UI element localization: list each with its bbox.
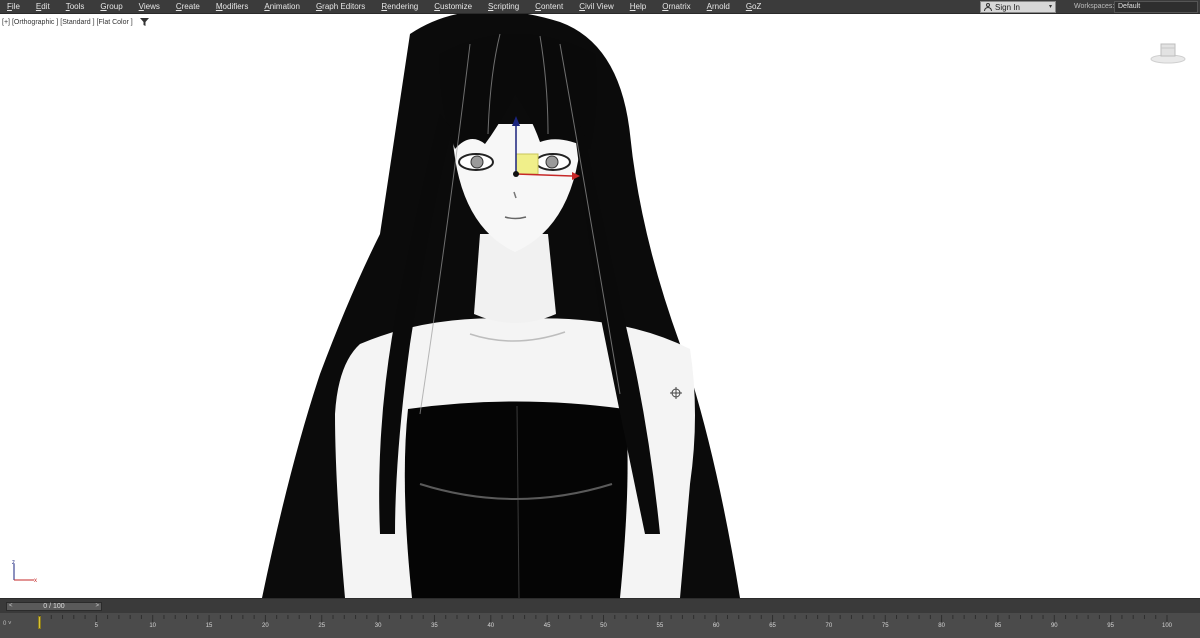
menu-bar: File Edit Tools Group Views Create Modifiers An… [0, 0, 1200, 14]
menu-items: File Edit Tools Group Views Create Modifiers An… [0, 0, 770, 14]
frame-label: 35 [431, 623, 438, 629]
frame-label: 75 [881, 623, 889, 629]
gizmo-pivot [513, 171, 519, 177]
menu-item-modifiers[interactable]: Modifiers [209, 0, 257, 14]
viewport-menu-general[interactable]: [+] [2, 19, 10, 26]
menu-item-graph-editors[interactable]: Graph Editors [309, 0, 374, 14]
sign-in-button[interactable]: Sign In ▾ [980, 1, 1056, 13]
chevron-down-icon: ▾ [1048, 4, 1052, 10]
menu-item-civil-view[interactable]: Civil View [572, 0, 623, 14]
viewport-label-bar: [+] [Orthographic ] [Standard ] [Flat Co… [2, 18, 149, 26]
menu-item-group[interactable]: Group [93, 0, 131, 14]
frame-label: 90 [1050, 623, 1058, 629]
time-slider-row: < 0 / 100 > [0, 599, 1200, 613]
menu-item-scripting[interactable]: Scripting [481, 0, 528, 14]
axis-tripod-icon: z x [12, 560, 37, 584]
frame-label: 85 [994, 623, 1002, 629]
svg-text:x: x [34, 578, 37, 584]
left-iris [470, 155, 484, 169]
workspaces-dropdown[interactable]: Default [1114, 1, 1198, 13]
menu-item-create[interactable]: Create [169, 0, 209, 14]
menu-item-customize[interactable]: Customize [427, 0, 481, 14]
menu-item-help[interactable]: Help [623, 0, 655, 14]
move-cursor-icon [670, 387, 682, 399]
frame-label: 80 [938, 623, 945, 629]
frame-label: 50 [600, 623, 607, 629]
workspaces-label: Workspaces: [1074, 3, 1115, 10]
character-model [262, 14, 740, 598]
track-start-label: 0 ˅ [3, 621, 12, 627]
frame-label: 100 [1161, 623, 1173, 629]
time-slider-prev-button[interactable]: < [9, 603, 13, 610]
menu-item-goz[interactable]: GoZ [739, 0, 771, 14]
frame-label: 10 [149, 623, 157, 629]
frame-label: 30 [374, 623, 382, 629]
frame-label: 95 [1107, 623, 1114, 629]
menu-item-arnold[interactable]: Arnold [700, 0, 739, 14]
menu-item-ornatrix[interactable]: Ornatrix [655, 0, 699, 14]
user-icon [984, 3, 992, 11]
track-bar[interactable]: 0 ˅ 5 10 15 20 25 30 35 40 45 50 55 60 65 70 75 80 85 90 9… [0, 613, 1200, 638]
time-slider[interactable]: < 0 / 100 > [6, 602, 102, 611]
gizmo-plane [515, 153, 539, 175]
frame-label: 70 [825, 623, 833, 629]
frame-label: 55 [656, 623, 664, 629]
frame-label: 40 [487, 623, 495, 629]
time-slider-next-button[interactable]: > [95, 603, 99, 610]
menu-item-file[interactable]: File [0, 0, 29, 14]
frame-label: 65 [769, 623, 776, 629]
frame-label: 5 [94, 623, 99, 629]
frame-label: 25 [318, 623, 326, 629]
time-slider-text: 0 / 100 [43, 603, 65, 610]
viewport[interactable]: [+] [Orthographic ] [Standard ] [Flat Co… [0, 14, 1200, 598]
timeline: < 0 / 100 > 0 ˅ 5 10 15 20 25 30 35 40 45 50 55 60 6… [0, 598, 1200, 638]
menu-item-tools[interactable]: Tools [59, 0, 94, 14]
frame-label: 20 [262, 623, 269, 629]
menu-item-rendering[interactable]: Rendering [374, 0, 427, 14]
right-iris [545, 155, 559, 169]
menu-item-animation[interactable]: Animation [257, 0, 309, 14]
playhead[interactable] [38, 616, 41, 629]
frame-label: 15 [205, 623, 213, 629]
svg-text:z: z [12, 560, 15, 566]
viewcube-icon[interactable] [1150, 42, 1186, 64]
viewport-menu-shading-standard[interactable]: [Standard ] [60, 19, 94, 26]
filter-icon[interactable] [139, 18, 149, 26]
menu-item-edit[interactable]: Edit [29, 0, 59, 14]
viewport-menu-point-of-view[interactable]: [Orthographic ] [12, 19, 58, 26]
viewport-menu-shading-flat-color[interactable]: [Flat Color ] [97, 19, 133, 26]
sign-in-label: Sign In [995, 2, 1020, 12]
frame-label: 60 [712, 623, 720, 629]
menu-item-content[interactable]: Content [528, 0, 572, 14]
frame-label: 45 [543, 623, 551, 629]
menu-item-views[interactable]: Views [132, 0, 169, 14]
